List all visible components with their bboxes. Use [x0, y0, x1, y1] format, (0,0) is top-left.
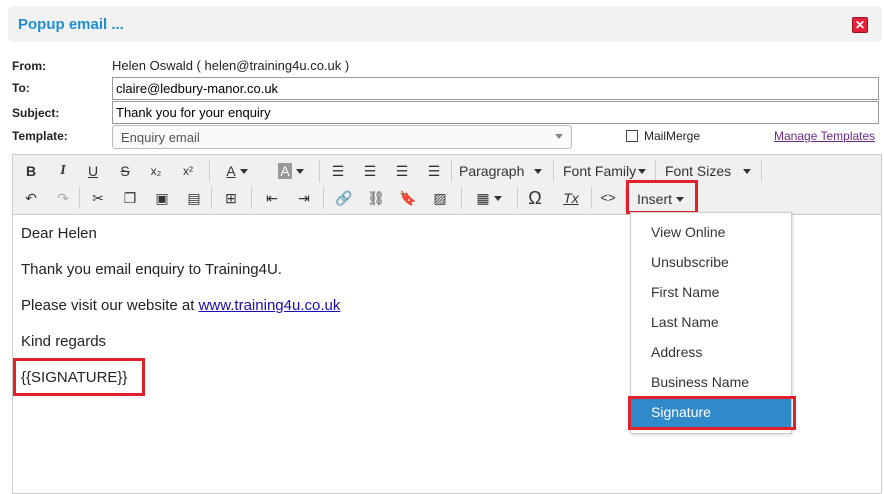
font-color-button[interactable]: A — [217, 159, 257, 183]
body-line-website: Please visit our website at www.training… — [21, 297, 341, 314]
outdent-icon[interactable]: ⇤ — [261, 186, 283, 210]
template-select[interactable]: Enquiry email — [112, 125, 572, 149]
to-label: To: — [12, 81, 30, 95]
subject-field[interactable] — [112, 101, 879, 124]
cut-icon[interactable]: ✂ — [87, 186, 109, 210]
website-link[interactable]: www.training4u.co.uk — [199, 297, 341, 314]
bookmark-icon[interactable]: 🔖 — [397, 186, 419, 210]
body-line-greeting: Dear Helen — [21, 225, 97, 242]
mailmerge-checkbox[interactable]: MailMerge — [626, 129, 700, 143]
from-label: From: — [12, 59, 46, 73]
superscript-button[interactable]: x² — [177, 159, 199, 183]
separator — [591, 187, 592, 209]
signature-menu-highlight — [628, 396, 796, 430]
copy-icon[interactable]: ❐ — [119, 186, 141, 210]
menu-item-unsubscribe[interactable]: Unsubscribe — [631, 248, 791, 278]
align-left-button[interactable]: ☰ — [327, 159, 349, 183]
separator — [209, 160, 210, 182]
justify-button[interactable]: ☰ — [423, 159, 445, 183]
menu-item-view-online[interactable]: View Online — [631, 218, 791, 248]
insert-highlight — [626, 180, 698, 214]
strikethrough-button[interactable]: S — [115, 159, 135, 183]
body-line-regards: Kind regards — [21, 333, 107, 350]
unlink-icon[interactable]: ⛓ — [365, 186, 387, 210]
align-center-button[interactable]: ☰ — [359, 159, 381, 183]
paste-text-icon[interactable]: ▤ — [183, 186, 205, 210]
menu-item-last-name[interactable]: Last Name — [631, 308, 791, 338]
separator — [461, 187, 462, 209]
menu-item-business-name[interactable]: Business Name — [631, 368, 791, 398]
find-replace-icon[interactable]: ⊞ — [219, 186, 243, 210]
separator — [553, 160, 554, 182]
checkbox-icon — [626, 130, 638, 142]
close-icon[interactable]: ✕ — [852, 17, 868, 33]
template-label: Template: — [12, 129, 68, 143]
title-bar: Popup email ... ✕ — [8, 6, 882, 42]
window-title: Popup email ... — [18, 16, 124, 33]
to-field[interactable] — [112, 77, 879, 100]
mailmerge-label: MailMerge — [644, 129, 701, 143]
bold-button[interactable]: B — [21, 159, 41, 183]
separator — [761, 160, 762, 182]
redo-icon[interactable]: ↷ — [53, 186, 73, 210]
separator — [79, 187, 80, 209]
signature-highlight — [13, 358, 145, 396]
separator — [655, 160, 656, 182]
background-color-button[interactable]: A — [271, 159, 311, 183]
subject-label: Subject: — [12, 106, 60, 120]
paste-icon[interactable]: ▣ — [151, 186, 173, 210]
chevron-down-icon — [555, 134, 563, 139]
separator — [517, 187, 518, 209]
align-right-button[interactable]: ☰ — [391, 159, 413, 183]
separator — [451, 160, 452, 182]
from-value: Helen Oswald ( helen@training4u.co.uk ) — [112, 58, 350, 73]
italic-button[interactable]: I — [53, 159, 73, 183]
separator — [251, 187, 252, 209]
subscript-button[interactable]: x₂ — [145, 159, 167, 183]
underline-button[interactable]: U — [83, 159, 103, 183]
table-icon: ▦ — [476, 190, 490, 206]
source-code-button[interactable]: <> — [597, 186, 619, 210]
editor-toolbar: B I U S x₂ x² A A ☰ ☰ ☰ ☰ Paragraph Font… — [13, 155, 881, 215]
menu-item-first-name[interactable]: First Name — [631, 278, 791, 308]
image-icon[interactable]: ▨ — [429, 186, 451, 210]
separator — [319, 160, 320, 182]
body-line-thanks: Thank you email enquiry to Training4U. — [21, 261, 282, 278]
clear-format-button[interactable]: Tx — [559, 186, 583, 210]
separator — [323, 187, 324, 209]
separator — [211, 187, 212, 209]
special-char-button[interactable]: Ω — [523, 186, 547, 210]
indent-icon[interactable]: ⇥ — [293, 186, 315, 210]
table-button[interactable]: ▦ — [469, 186, 509, 210]
template-value: Enquiry email — [121, 130, 200, 145]
manage-templates-link[interactable]: Manage Templates — [774, 129, 875, 143]
menu-item-address[interactable]: Address — [631, 338, 791, 368]
link-icon[interactable]: 🔗 — [333, 186, 355, 210]
paragraph-dropdown[interactable]: Paragraph — [459, 159, 543, 183]
undo-icon[interactable]: ↶ — [21, 186, 41, 210]
